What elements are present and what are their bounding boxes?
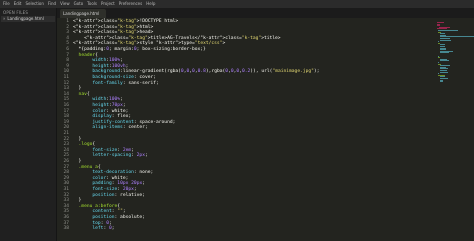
menu-item-find[interactable]: Find (48, 0, 56, 8)
tab-bar: Landingpage.html (57, 8, 474, 18)
menu-item-goto[interactable]: Goto (74, 0, 84, 8)
minimap-line (439, 60, 449, 62)
tab-label: Landingpage.html (63, 11, 100, 16)
minimap-line (439, 81, 444, 83)
menu-item-file[interactable]: File (3, 0, 10, 8)
code-line: left: 0; (92, 226, 115, 232)
sidebar: OPEN FILES × Landingpage.html (0, 8, 57, 241)
line-number: 38 (63, 226, 69, 232)
menu-item-tools[interactable]: Tools (87, 0, 97, 8)
menu-item-help[interactable]: Help (146, 0, 155, 8)
menu-item-preferences[interactable]: Preferences (119, 0, 143, 8)
sidebar-file-name: Landingpage.html (7, 16, 44, 21)
code-line: letter-spacing: 2px; (92, 153, 148, 159)
menu-bar: File Edit Selection Find View Goto Tools Projec… (0, 0, 474, 8)
code-editor[interactable]: 1 2 3 4 5 6 7 8 9 10 11 12 13 14 15 16 17 18 19 20 21 22 23 24 2… (57, 18, 474, 241)
line-number-gutter: 1 2 3 4 5 6 7 8 9 10 11 12 13 14 15 16 17 18 19 20 21 22 23 24 2… (57, 18, 71, 241)
minimap-line (439, 71, 449, 73)
menu-item-view[interactable]: View (60, 0, 70, 8)
code-line: font-family: sans-serif; (92, 80, 159, 86)
code-line: position: relative; (92, 192, 145, 198)
sidebar-header: OPEN FILES (3, 10, 29, 15)
minimap-line (439, 52, 449, 54)
menu-item-edit[interactable]: Edit (14, 0, 22, 8)
menu-item-selection[interactable]: Selection (25, 0, 43, 8)
code-area[interactable]: <"k-attr">class="k-tag">!DOCTYPE html> <"… (73, 18, 434, 241)
menu-item-project[interactable]: Project (101, 0, 115, 8)
sidebar-file-item[interactable]: × Landingpage.html (1, 16, 55, 22)
tab-landingpage[interactable]: Landingpage.html (60, 9, 106, 18)
code-line: align-items: center; (92, 125, 148, 131)
minimap-line (439, 39, 451, 41)
close-icon[interactable]: × (3, 16, 5, 22)
minimap[interactable] (434, 18, 474, 241)
